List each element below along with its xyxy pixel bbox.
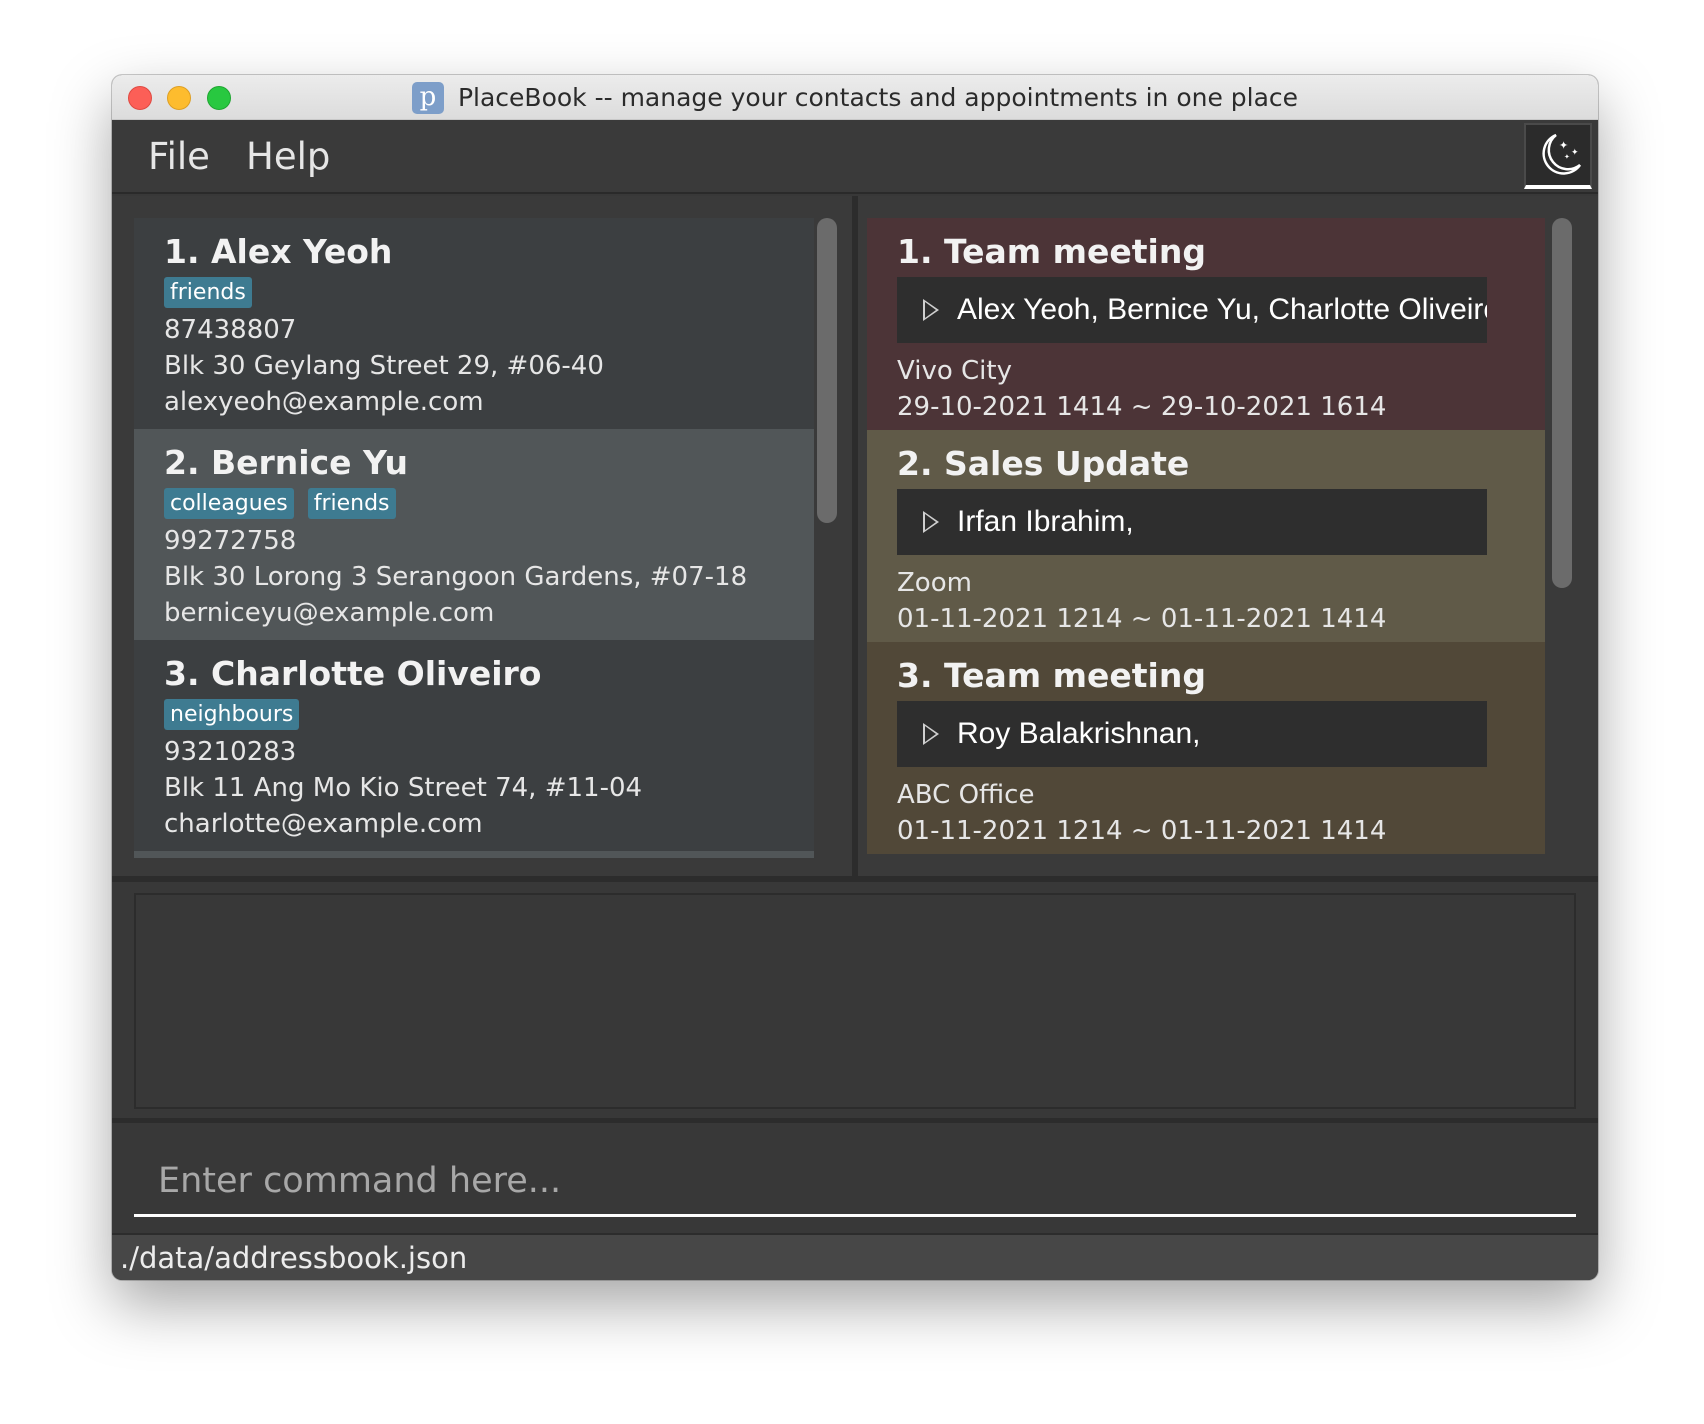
scrollbar-thumb[interactable] xyxy=(1552,218,1572,588)
person-email: charlotte@example.com xyxy=(164,809,483,839)
appointment-list-scrollbar[interactable] xyxy=(1552,218,1572,858)
expand-triangle-icon xyxy=(923,723,939,745)
person-email: berniceyu@example.com xyxy=(164,598,495,628)
participants-text: Alex Yeoh, Bernice Yu, Charlotte Oliveir… xyxy=(957,293,1487,326)
app-window: p PlaceBook -- manage your contacts and … xyxy=(112,75,1598,1280)
menu-file[interactable]: File xyxy=(148,135,210,178)
tag-list: friends xyxy=(164,277,784,308)
menu-help[interactable]: Help xyxy=(246,135,330,178)
participants-text: Irfan Ibrahim, xyxy=(957,505,1134,538)
participants-text: Roy Balakrishnan, xyxy=(957,717,1201,750)
window-title: PlaceBook -- manage your contacts and ap… xyxy=(457,83,1299,112)
appointment-location: Zoom xyxy=(897,568,972,598)
tag: neighbours xyxy=(164,699,300,730)
person-name: 1. Alex Yeoh xyxy=(164,232,393,271)
moon-stars-icon: ✦ ✦ ✦ xyxy=(1542,133,1582,175)
list-panes: 1. Alex Yeoh friends 87438807 Blk 30 Gey… xyxy=(112,196,1598,882)
result-display[interactable] xyxy=(134,893,1576,1109)
person-address: Blk 11 Ang Mo Kio Street 74, #11-04 xyxy=(164,773,643,803)
appointment-list[interactable]: 1. Team meeting Alex Yeoh, Bernice Yu, C… xyxy=(867,218,1545,858)
tag: colleagues xyxy=(164,488,294,519)
expand-triangle-icon xyxy=(923,511,939,533)
expand-triangle-icon xyxy=(923,299,939,321)
person-list[interactable]: 1. Alex Yeoh friends 87438807 Blk 30 Gey… xyxy=(134,218,814,858)
tag-list: colleagues friends xyxy=(164,488,784,519)
tag: friends xyxy=(307,488,396,519)
theme-toggle-button[interactable]: ✦ ✦ ✦ xyxy=(1524,123,1592,189)
result-divider xyxy=(112,1118,1598,1123)
person-card[interactable]: 2. Bernice Yu colleagues friends 9927275… xyxy=(134,429,814,640)
tag: friends xyxy=(164,277,252,308)
title-bar: p PlaceBook -- manage your contacts and … xyxy=(112,75,1598,120)
person-card[interactable]: 3. Charlotte Oliveiro neighbours 9321028… xyxy=(134,640,814,851)
svg-text:✦: ✦ xyxy=(1564,153,1570,161)
person-list-scrollbar[interactable] xyxy=(817,218,837,858)
person-name: 2. Bernice Yu xyxy=(164,443,409,482)
status-bar: ./data/addressbook.json xyxy=(112,1233,1598,1280)
svg-text:✦: ✦ xyxy=(1559,139,1568,152)
command-input[interactable] xyxy=(134,1147,1576,1217)
appointment-location: Vivo City xyxy=(897,356,1012,386)
participants-dropdown[interactable]: Irfan Ibrahim, xyxy=(897,489,1487,555)
tag-list: neighbours xyxy=(164,699,784,730)
participants-dropdown[interactable]: Roy Balakrishnan, xyxy=(897,701,1487,767)
app-icon: p xyxy=(411,81,444,114)
person-card[interactable] xyxy=(134,851,814,858)
title-wrap: p PlaceBook -- manage your contacts and … xyxy=(112,75,1598,120)
person-phone: 99272758 xyxy=(164,526,297,556)
person-name: 3. Charlotte Oliveiro xyxy=(164,654,542,693)
person-card[interactable]: 1. Alex Yeoh friends 87438807 Blk 30 Gey… xyxy=(134,218,814,429)
person-address: Blk 30 Geylang Street 29, #06-40 xyxy=(164,351,604,381)
svg-text:✦: ✦ xyxy=(1571,148,1579,158)
pane-bottom-divider xyxy=(112,876,1598,882)
appointment-card[interactable]: 1. Team meeting Alex Yeoh, Bernice Yu, C… xyxy=(867,218,1545,430)
appointment-card[interactable]: 2. Sales Update Irfan Ibrahim, Zoom 01-1… xyxy=(867,430,1545,642)
appointment-location: ABC Office xyxy=(897,780,1035,810)
appointment-title: 3. Team meeting xyxy=(897,656,1206,695)
person-phone: 93210283 xyxy=(164,737,297,767)
appointment-title: 2. Sales Update xyxy=(897,444,1190,483)
appointment-card[interactable]: 3. Team meeting Roy Balakrishnan, ABC Of… xyxy=(867,642,1545,854)
person-email: alexyeoh@example.com xyxy=(164,387,484,417)
appointment-time: 01-11-2021 1214 ~ 01-11-2021 1414 xyxy=(897,816,1387,846)
pane-divider[interactable] xyxy=(852,196,858,876)
appointment-title: 1. Team meeting xyxy=(897,232,1206,271)
save-location-path: ./data/addressbook.json xyxy=(120,1241,468,1275)
person-address: Blk 30 Lorong 3 Serangoon Gardens, #07-1… xyxy=(164,562,748,592)
appointment-time: 01-11-2021 1214 ~ 01-11-2021 1414 xyxy=(897,604,1387,634)
menu-bar: File Help ✦ ✦ ✦ xyxy=(112,120,1598,194)
scrollbar-thumb[interactable] xyxy=(817,218,837,523)
appointment-time: 29-10-2021 1414 ~ 29-10-2021 1614 xyxy=(897,392,1387,422)
person-phone: 87438807 xyxy=(164,315,297,345)
participants-dropdown[interactable]: Alex Yeoh, Bernice Yu, Charlotte Oliveir… xyxy=(897,277,1487,343)
